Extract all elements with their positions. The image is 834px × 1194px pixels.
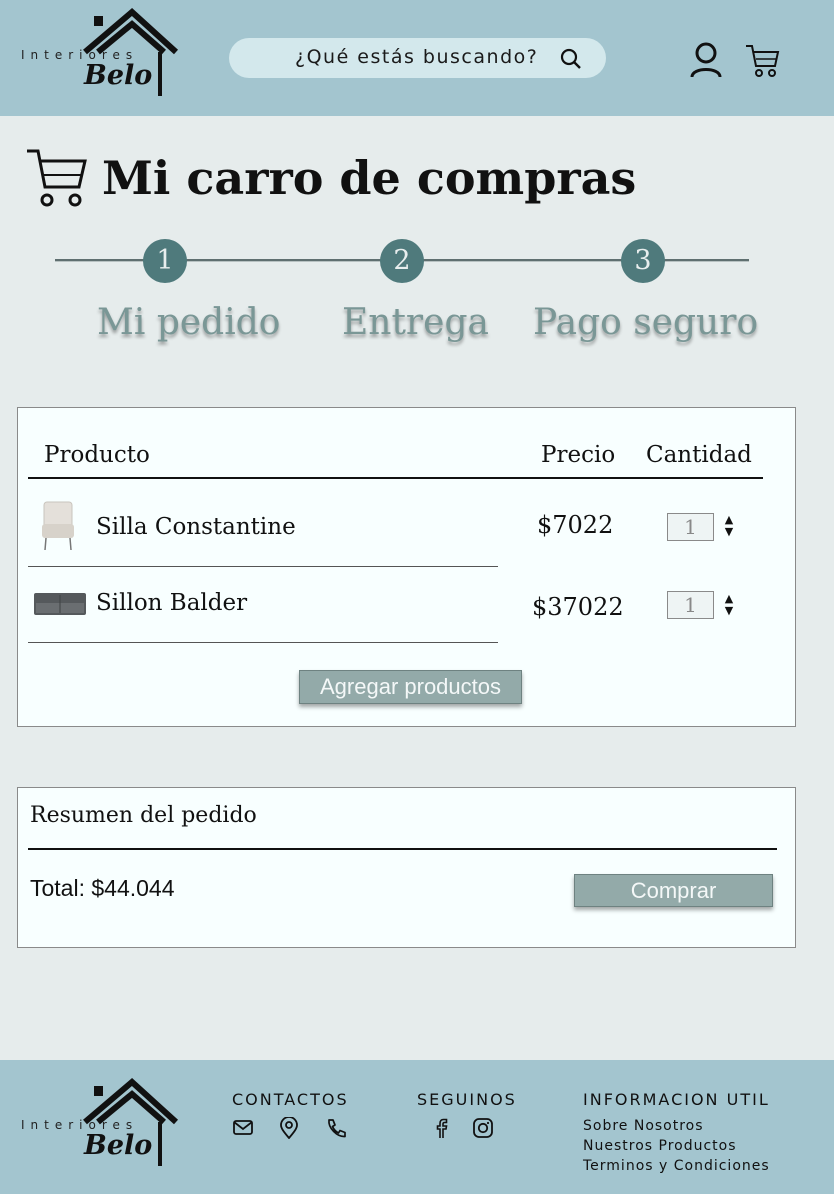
step-1-label[interactable]: Mi pedido [97, 302, 280, 343]
quantity-input[interactable]: 1 [667, 513, 714, 541]
chair-thumbnail [42, 501, 74, 551]
follow-heading: SEGUINOS [417, 1090, 517, 1109]
product-column-header: Producto [44, 442, 150, 468]
search-bar[interactable]: ¿Qué estás buscando? [229, 38, 606, 78]
logo-wordmark: Belo [84, 60, 153, 91]
location-icon[interactable] [278, 1117, 300, 1139]
quantity-column-header: Cantidad [646, 442, 752, 468]
phone-icon[interactable] [325, 1117, 347, 1139]
quantity-stepper[interactable]: ▲ ▼ [722, 593, 736, 619]
footer-link-terms[interactable]: Terminos y Condiciones [583, 1158, 770, 1174]
footer-link-about[interactable]: Sobre Nosotros [583, 1118, 704, 1134]
product-name[interactable]: Silla Constantine [96, 514, 296, 540]
quantity-stepper[interactable]: ▲ ▼ [722, 514, 736, 540]
cart-panel: Producto Precio Cantidad Silla Constanti… [17, 407, 796, 727]
user-icon[interactable] [688, 41, 724, 79]
step-1-number[interactable]: 1 [143, 239, 187, 283]
facebook-icon[interactable] [431, 1117, 451, 1139]
footer-logo[interactable]: Interiores Belo [18, 1078, 183, 1173]
summary-title: Resumen del pedido [30, 803, 257, 828]
sofa-thumbnail [34, 593, 86, 615]
add-products-button[interactable]: Agregar productos [299, 670, 522, 704]
mail-icon[interactable] [232, 1117, 254, 1139]
contacts-heading: CONTACTOS [232, 1090, 349, 1109]
product-name[interactable]: Sillon Balder [96, 590, 247, 616]
cart-icon [27, 149, 87, 207]
instagram-icon[interactable] [472, 1117, 494, 1139]
product-price: $37022 [532, 593, 624, 621]
cart-icon[interactable] [744, 42, 780, 78]
order-total: Total: $44.044 [30, 875, 175, 901]
row-divider [28, 642, 498, 643]
row-divider [28, 566, 498, 567]
order-summary-panel: Resumen del pedido Total: $44.044 Compra… [17, 787, 796, 948]
product-price: $7022 [537, 511, 614, 539]
step-2-number[interactable]: 2 [380, 239, 424, 283]
page-title-area: Mi carro de compras [25, 145, 636, 215]
step-2-label[interactable]: Entrega [342, 302, 489, 343]
page-title: Mi carro de compras [102, 151, 637, 205]
buy-button[interactable]: Comprar [574, 874, 773, 907]
info-heading: INFORMACION UTIL [583, 1090, 770, 1109]
logo-wordmark: Belo [84, 1130, 153, 1161]
quantity-input[interactable]: 1 [667, 591, 714, 619]
checkout-steps: 1 2 3 Mi pedido Entrega Pago seguro [0, 230, 834, 350]
footer: Interiores Belo CONTACTOS SEGUINOS INFOR… [0, 1060, 834, 1194]
footer-link-products[interactable]: Nuestros Productos [583, 1138, 737, 1154]
search-icon[interactable] [559, 47, 583, 71]
summary-divider [28, 848, 777, 850]
header-divider [28, 477, 763, 479]
search-input[interactable]: ¿Qué estás buscando? [295, 46, 538, 68]
step-3-number[interactable]: 3 [621, 239, 665, 283]
step-3-label[interactable]: Pago seguro [533, 302, 758, 343]
header: Interiores Belo ¿Qué estás buscando? [0, 0, 834, 116]
logo[interactable]: Interiores Belo [18, 8, 183, 103]
price-column-header: Precio [541, 442, 616, 468]
